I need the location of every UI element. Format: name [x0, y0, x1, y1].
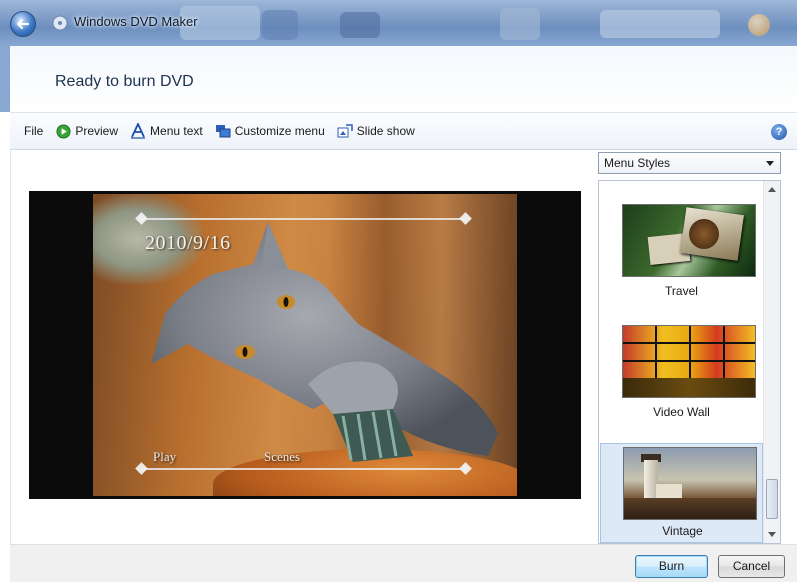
- back-button[interactable]: [10, 11, 36, 37]
- customize-icon: [215, 123, 231, 139]
- vintage-thumbnail: [623, 447, 757, 520]
- cancel-button[interactable]: Cancel: [718, 555, 785, 578]
- burn-button[interactable]: Burn: [635, 555, 708, 578]
- back-arrow-icon: [16, 18, 30, 30]
- help-icon[interactable]: ?: [771, 124, 787, 140]
- play-icon: [55, 123, 71, 139]
- scrollbar-thumb[interactable]: [766, 479, 778, 519]
- style-label-video-wall: Video Wall: [653, 405, 710, 419]
- file-menu[interactable]: File: [24, 124, 43, 138]
- main-area: 2010/9/16 Play Scenes Menu Styles Travel…: [10, 150, 797, 544]
- page-title: Ready to burn DVD: [55, 73, 194, 90]
- scroll-down-icon[interactable]: [768, 532, 776, 537]
- wizard-footer: Burn Cancel: [10, 544, 797, 582]
- style-label-travel: Travel: [665, 284, 698, 298]
- style-item-vintage[interactable]: Vintage: [600, 443, 763, 543]
- travel-thumbnail: [622, 204, 756, 277]
- dvd-maker-icon: [52, 15, 68, 31]
- toolbar: File Preview Menu text Customize menu Sl…: [10, 112, 797, 150]
- text-a-icon: [130, 123, 146, 139]
- slide-show-button[interactable]: Slide show: [337, 123, 415, 139]
- wizard-header: Ready to burn DVD: [0, 46, 797, 112]
- menu-styles-value: Menu Styles: [604, 156, 671, 170]
- chevron-down-icon: [766, 161, 774, 166]
- style-label-vintage: Vintage: [662, 524, 703, 538]
- customize-menu-button[interactable]: Customize menu: [215, 123, 325, 139]
- menu-styles-dropdown[interactable]: Menu Styles: [598, 152, 781, 174]
- style-item-video-wall[interactable]: Video Wall: [600, 301, 763, 419]
- menu-play-link[interactable]: Play: [153, 449, 176, 465]
- menu-scenes-link[interactable]: Scenes: [264, 449, 300, 465]
- menu-text-label: Menu text: [150, 124, 203, 138]
- preview-button[interactable]: Preview: [55, 123, 118, 139]
- video-wall-thumbnail: [622, 325, 756, 398]
- window-title: Windows DVD Maker: [74, 14, 198, 29]
- menu-bottom-divider: [141, 468, 466, 470]
- menu-styles-list[interactable]: Travel Video Wall Vintage: [598, 180, 781, 544]
- slideshow-icon: [337, 123, 353, 139]
- preview-label: Preview: [75, 124, 119, 138]
- title-bar: Windows DVD Maker: [0, 0, 797, 46]
- menu-text-button[interactable]: Menu text: [130, 123, 203, 139]
- style-item-travel[interactable]: Travel: [600, 181, 763, 298]
- slide-show-label: Slide show: [356, 124, 415, 138]
- file-menu-label: File: [24, 124, 44, 138]
- taskbar-orb-icon: [748, 14, 770, 36]
- menu-top-divider: [141, 218, 466, 220]
- scroll-up-icon[interactable]: [768, 187, 776, 192]
- dvd-menu-preview: 2010/9/16 Play Scenes: [29, 191, 581, 499]
- customize-menu-label: Customize menu: [234, 124, 325, 138]
- menu-date-title[interactable]: 2010/9/16: [145, 232, 231, 255]
- style-list-scrollbar[interactable]: [763, 181, 780, 543]
